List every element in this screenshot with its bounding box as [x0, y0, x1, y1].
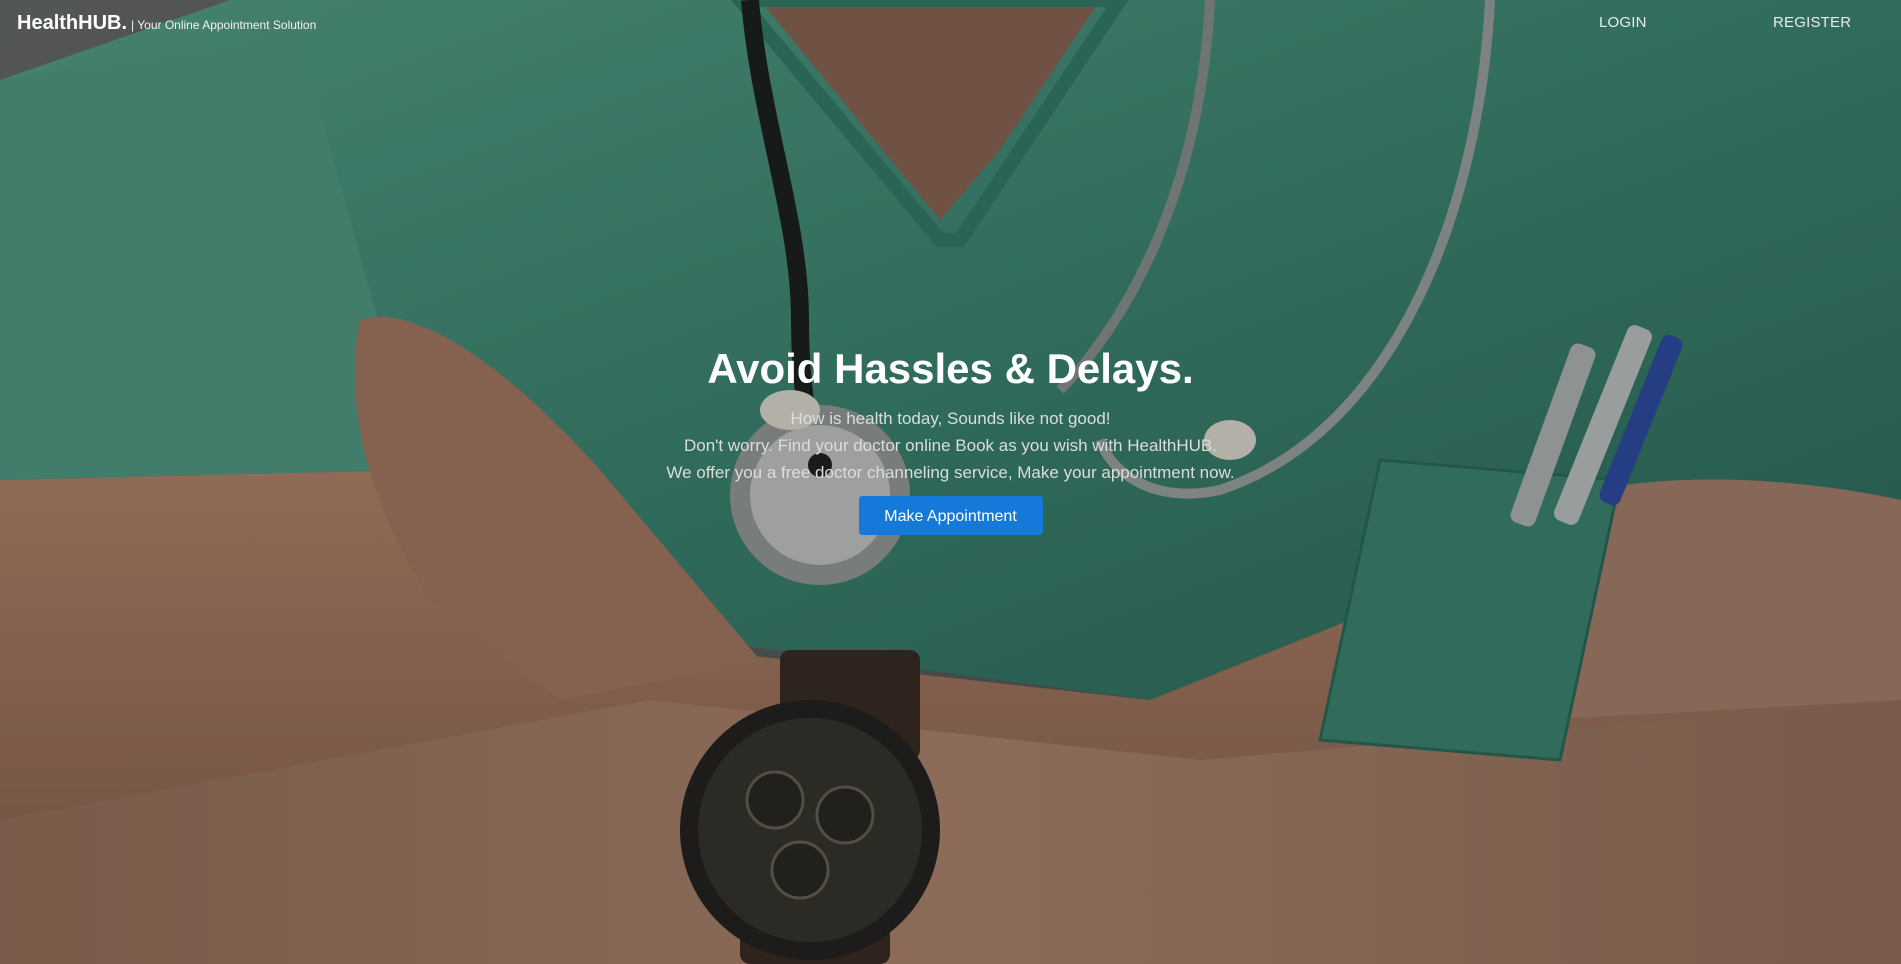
hero-section: Avoid Hassles & Delays. How is health to… — [0, 340, 1901, 535]
landing-page: HealthHUB. | Your Online Appointment Solu… — [0, 0, 1901, 964]
register-link[interactable]: REGISTER — [1773, 14, 1851, 31]
brand-tagline: | Your Online Appointment Solution — [131, 18, 317, 32]
hero-text-line-3: We offer you a free doctor channeling se… — [666, 463, 1235, 482]
login-link[interactable]: LOGIN — [1599, 14, 1647, 31]
hero-text-line-2: Don't worry. Find your doctor online Boo… — [684, 436, 1217, 455]
brand[interactable]: HealthHUB. | Your Online Appointment Solu… — [17, 12, 316, 35]
hero-text-line-1: How is health today, Sounds like not goo… — [790, 409, 1111, 428]
top-navbar: HealthHUB. | Your Online Appointment Solu… — [0, 0, 1901, 48]
brand-name[interactable]: HealthHUB. — [17, 12, 127, 34]
make-appointment-button[interactable]: Make Appointment — [858, 496, 1043, 535]
hero-title: Avoid Hassles & Delays. — [707, 345, 1194, 392]
